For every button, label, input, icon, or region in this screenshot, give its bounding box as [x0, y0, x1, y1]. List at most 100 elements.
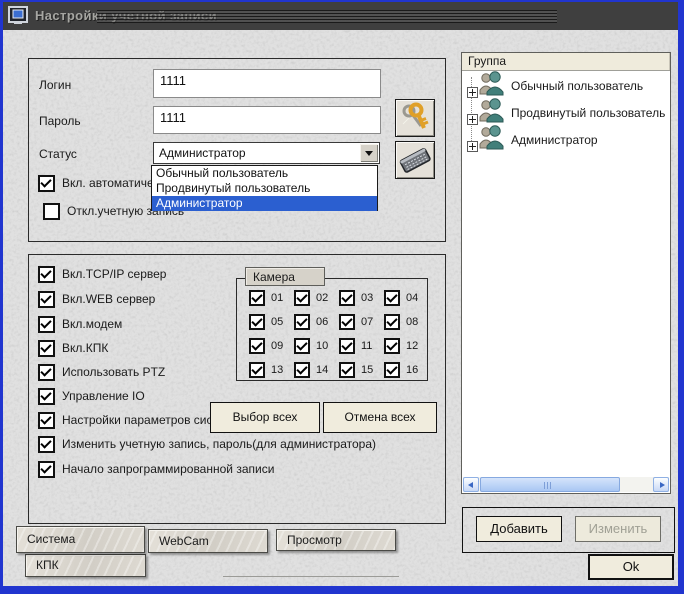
horizontal-scrollbar[interactable]: [463, 477, 669, 492]
login-label: Логин: [39, 78, 72, 92]
camera-01-checkbox[interactable]: [249, 290, 265, 306]
camera-04-checkbox[interactable]: [384, 290, 400, 306]
camera-cell[interactable]: 13: [249, 362, 283, 378]
camera-cell[interactable]: 04: [384, 290, 418, 306]
tree-item-administrator[interactable]: Администратор: [511, 133, 598, 147]
camera-08-checkbox[interactable]: [384, 314, 400, 330]
camera-cell[interactable]: 11: [339, 338, 372, 354]
keys-icon: [402, 102, 429, 129]
scroll-left-button[interactable]: [463, 477, 479, 492]
add-button[interactable]: Добавить: [476, 516, 562, 542]
camera-11-checkbox[interactable]: [339, 338, 355, 354]
combobox-dropdown-button[interactable]: [360, 144, 378, 162]
permission-row[interactable]: Изменить учетную запись, пароль(для адми…: [38, 435, 376, 453]
camera-15-checkbox[interactable]: [339, 362, 355, 378]
empty-tab-edge: [223, 576, 399, 577]
deselect-all-button[interactable]: Отмена всех: [323, 402, 437, 433]
auto-login-checkbox[interactable]: [38, 174, 55, 192]
tcpip-checkbox[interactable]: [38, 265, 55, 283]
expand-plus-icon[interactable]: [467, 141, 478, 152]
permission-row[interactable]: Настройки параметров систе: [38, 411, 225, 429]
camera-14-checkbox[interactable]: [294, 362, 310, 378]
status-combobox[interactable]: Администратор: [153, 142, 380, 164]
camera-cell[interactable]: 08: [384, 314, 418, 330]
camera-05-checkbox[interactable]: [249, 314, 265, 330]
tab-sistema[interactable]: Система: [16, 526, 145, 553]
scrollbar-thumb[interactable]: [480, 477, 620, 492]
password-label: Пароль: [39, 114, 81, 128]
users-group-icon: [479, 98, 504, 123]
chevron-right-icon: [660, 482, 665, 488]
password-input[interactable]: 1111: [153, 106, 381, 134]
expand-plus-icon[interactable]: [467, 114, 478, 125]
camera-cell[interactable]: 10: [294, 338, 328, 354]
tree-item-user[interactable]: Обычный пользователь: [511, 79, 643, 93]
permission-row[interactable]: Вкл.КПК: [38, 339, 108, 357]
auto-login-row[interactable]: Вкл. автоматическ: [38, 174, 165, 192]
camera-03-checkbox[interactable]: [339, 290, 355, 306]
tab-prosmotr[interactable]: Просмотр: [276, 529, 396, 551]
permission-label: Начало запрограммированной записи: [62, 462, 275, 476]
permission-label: Использовать PTZ: [62, 365, 166, 379]
camera-cell[interactable]: 07: [339, 314, 373, 330]
io-checkbox[interactable]: [38, 387, 55, 405]
camera-13-checkbox[interactable]: [249, 362, 265, 378]
camera-cell[interactable]: 02: [294, 290, 328, 306]
camera-07-checkbox[interactable]: [339, 314, 355, 330]
camera-cell[interactable]: 03: [339, 290, 373, 306]
keyboard-icon: [399, 148, 431, 173]
status-combobox-value: Администратор: [159, 146, 246, 160]
scheduled-record-checkbox[interactable]: [38, 460, 55, 478]
permission-row[interactable]: Вкл.WEB сервер: [38, 290, 155, 308]
dropdown-option[interactable]: Обычный пользователь: [152, 166, 377, 181]
system-params-checkbox[interactable]: [38, 411, 55, 429]
titlebar[interactable]: Настройки учетной записи: [3, 2, 678, 30]
camera-10-checkbox[interactable]: [294, 338, 310, 354]
login-input[interactable]: 1111: [153, 69, 381, 98]
edit-account-checkbox[interactable]: [38, 435, 55, 453]
camera-cell[interactable]: 06: [294, 314, 328, 330]
camera-cell[interactable]: 15: [339, 362, 373, 378]
keyboard-button[interactable]: [395, 141, 435, 179]
users-group-icon: [479, 125, 504, 150]
camera-cell[interactable]: 09: [249, 338, 283, 354]
permission-label: Изменить учетную запись, пароль(для адми…: [62, 437, 377, 451]
tab-webcam[interactable]: WebCam: [148, 529, 268, 553]
camera-cell[interactable]: 16: [384, 362, 418, 378]
system-menu-icon[interactable]: [8, 6, 30, 26]
camera-cell[interactable]: 05: [249, 314, 283, 330]
permission-row[interactable]: Вкл.модем: [38, 315, 122, 333]
camera-cell[interactable]: 12: [384, 338, 418, 354]
camera-06-checkbox[interactable]: [294, 314, 310, 330]
expand-plus-icon[interactable]: [467, 87, 478, 98]
keys-button[interactable]: [395, 99, 435, 137]
permission-row[interactable]: Вкл.TCP/IP сервер: [38, 265, 166, 283]
disable-account-checkbox[interactable]: [43, 202, 60, 220]
ok-button[interactable]: Ok: [588, 554, 674, 580]
web-server-checkbox[interactable]: [38, 290, 55, 308]
permission-row[interactable]: Использовать PTZ: [38, 363, 165, 381]
window-body: Настройки учетной записи Логин 1111 Паро…: [3, 2, 678, 586]
camera-02-checkbox[interactable]: [294, 290, 310, 306]
camera-16-checkbox[interactable]: [384, 362, 400, 378]
group-column-header[interactable]: Группа: [462, 53, 670, 71]
edit-button[interactable]: Изменить: [575, 516, 661, 542]
titlebar-etched-lines: [97, 10, 557, 23]
camera-09-checkbox[interactable]: [249, 338, 265, 354]
dropdown-option[interactable]: Администратор: [152, 196, 377, 211]
camera-group-label: Камера: [245, 267, 325, 286]
camera-12-checkbox[interactable]: [384, 338, 400, 354]
camera-cell[interactable]: 14: [294, 362, 328, 378]
pda-checkbox[interactable]: [38, 339, 55, 357]
dropdown-option[interactable]: Продвинутый пользователь: [152, 181, 377, 196]
select-all-button[interactable]: Выбор всех: [210, 402, 320, 433]
scroll-right-button[interactable]: [653, 477, 669, 492]
modem-checkbox[interactable]: [38, 315, 55, 333]
users-group-icon: [479, 71, 504, 96]
permission-row[interactable]: Начало запрограммированной записи: [38, 460, 274, 478]
tab-kpk[interactable]: КПК: [25, 554, 146, 577]
permission-row[interactable]: Управление IO: [38, 387, 145, 405]
camera-cell[interactable]: 01: [249, 290, 283, 306]
ptz-checkbox[interactable]: [38, 363, 55, 381]
tree-item-advanced-user[interactable]: Продвинутый пользователь: [511, 106, 665, 120]
